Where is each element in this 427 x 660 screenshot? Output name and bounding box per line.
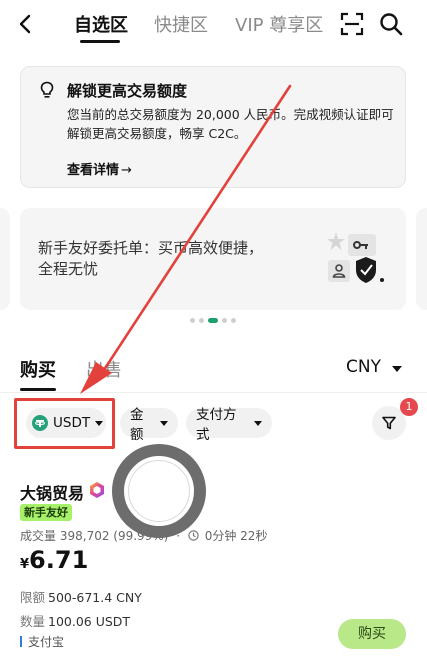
touch-indicator-overlay (112, 444, 206, 538)
scan-icon[interactable] (340, 12, 364, 36)
carousel-dot[interactable] (208, 317, 218, 323)
limit-value: 500-671.4 CNY (48, 590, 142, 605)
search-icon[interactable] (378, 11, 404, 37)
arrow-right-icon: → (121, 163, 132, 178)
amount-filter-chip[interactable]: 金额 (120, 407, 178, 443)
limit-label: 限额 (20, 590, 46, 605)
fiat-currency-selector[interactable]: CNY (346, 357, 381, 377)
price-currency-symbol: ¥ (20, 557, 30, 572)
view-details-link[interactable]: 查看详情 → (67, 159, 132, 178)
filter-count-badge: 1 (400, 398, 418, 416)
beginner-friendly-tag: 新手友好 (20, 504, 72, 521)
tab-vip[interactable]: VIP 尊享区 (235, 11, 323, 37)
tab-buy[interactable]: 购买 (20, 356, 56, 382)
payment-filter-chip[interactable]: 支付方式 (186, 407, 272, 443)
view-details-label: 查看详情 (67, 163, 120, 178)
carousel-prev-card[interactable] (0, 208, 10, 310)
tab-quick[interactable]: 快捷区 (154, 11, 208, 37)
tab-active-indicator (80, 40, 120, 43)
payment-method-label: 支付宝 (28, 635, 65, 649)
carousel-dot[interactable] (190, 317, 195, 323)
price-value: 6.71 (29, 546, 89, 574)
carousel-indicator (190, 317, 236, 323)
carousel-next-card[interactable] (416, 208, 427, 310)
quantity-label: 数量 (20, 614, 46, 629)
carousel-dot[interactable] (222, 317, 227, 323)
carousel-dot[interactable] (231, 317, 236, 323)
verified-merchant-icon (90, 482, 104, 498)
security-illustration-icon (327, 232, 384, 283)
payment-filter-label: 支付方式 (196, 407, 237, 443)
order-limit: 限额 500-671.4 CNY (20, 587, 142, 606)
carousel-dot[interactable] (199, 317, 204, 323)
volume-label: 成交量 (20, 529, 57, 543)
quantity-value: 100.06 USDT (48, 614, 131, 629)
annotation-highlight-box (14, 398, 115, 449)
tab-sell[interactable]: 出售 (86, 356, 122, 382)
caret-down-icon (254, 420, 262, 426)
caret-down-icon[interactable] (392, 366, 402, 372)
promo-text: 新手友好委托单：买币高效便捷，全程无忧 (38, 239, 264, 278)
caret-down-icon (160, 420, 168, 426)
buy-button[interactable]: 购买 (338, 619, 406, 649)
filter-icon (382, 416, 396, 430)
section-divider (0, 392, 427, 393)
merchant-name[interactable]: 大锅贸易 (20, 480, 84, 504)
touch-indicator-inner (128, 460, 190, 522)
lightbulb-icon (40, 81, 54, 98)
payment-method-marker (20, 636, 22, 647)
clock-icon (188, 530, 199, 541)
payment-method: 支付宝 (20, 633, 64, 650)
notice-body: 您当前的总交易额度为 20,000 人民币。完成视频认证即可解锁更高交易额度，畅… (67, 107, 394, 141)
promo-banner[interactable]: 新手友好委托单：买币高效便捷，全程无忧 (20, 208, 406, 310)
notice-title: 解锁更高交易额度 (67, 82, 188, 100)
trade-limit-notice-card: 解锁更高交易额度 您当前的总交易额度为 20,000 人民币。完成视频认证即可解… (20, 66, 406, 188)
buy-tab-indicator (20, 388, 56, 391)
amount-filter-label: 金额 (130, 407, 144, 443)
top-nav: 自选区 快捷区 VIP 尊享区 (0, 0, 427, 48)
available-quantity: 数量 100.06 USDT (20, 611, 130, 630)
tab-favorites[interactable]: 自选区 (74, 11, 128, 37)
unit-price: ¥6.71 (20, 546, 88, 574)
avg-release-time: 0分钟 22秒 (204, 529, 268, 543)
chevron-left-icon[interactable] (12, 10, 40, 38)
